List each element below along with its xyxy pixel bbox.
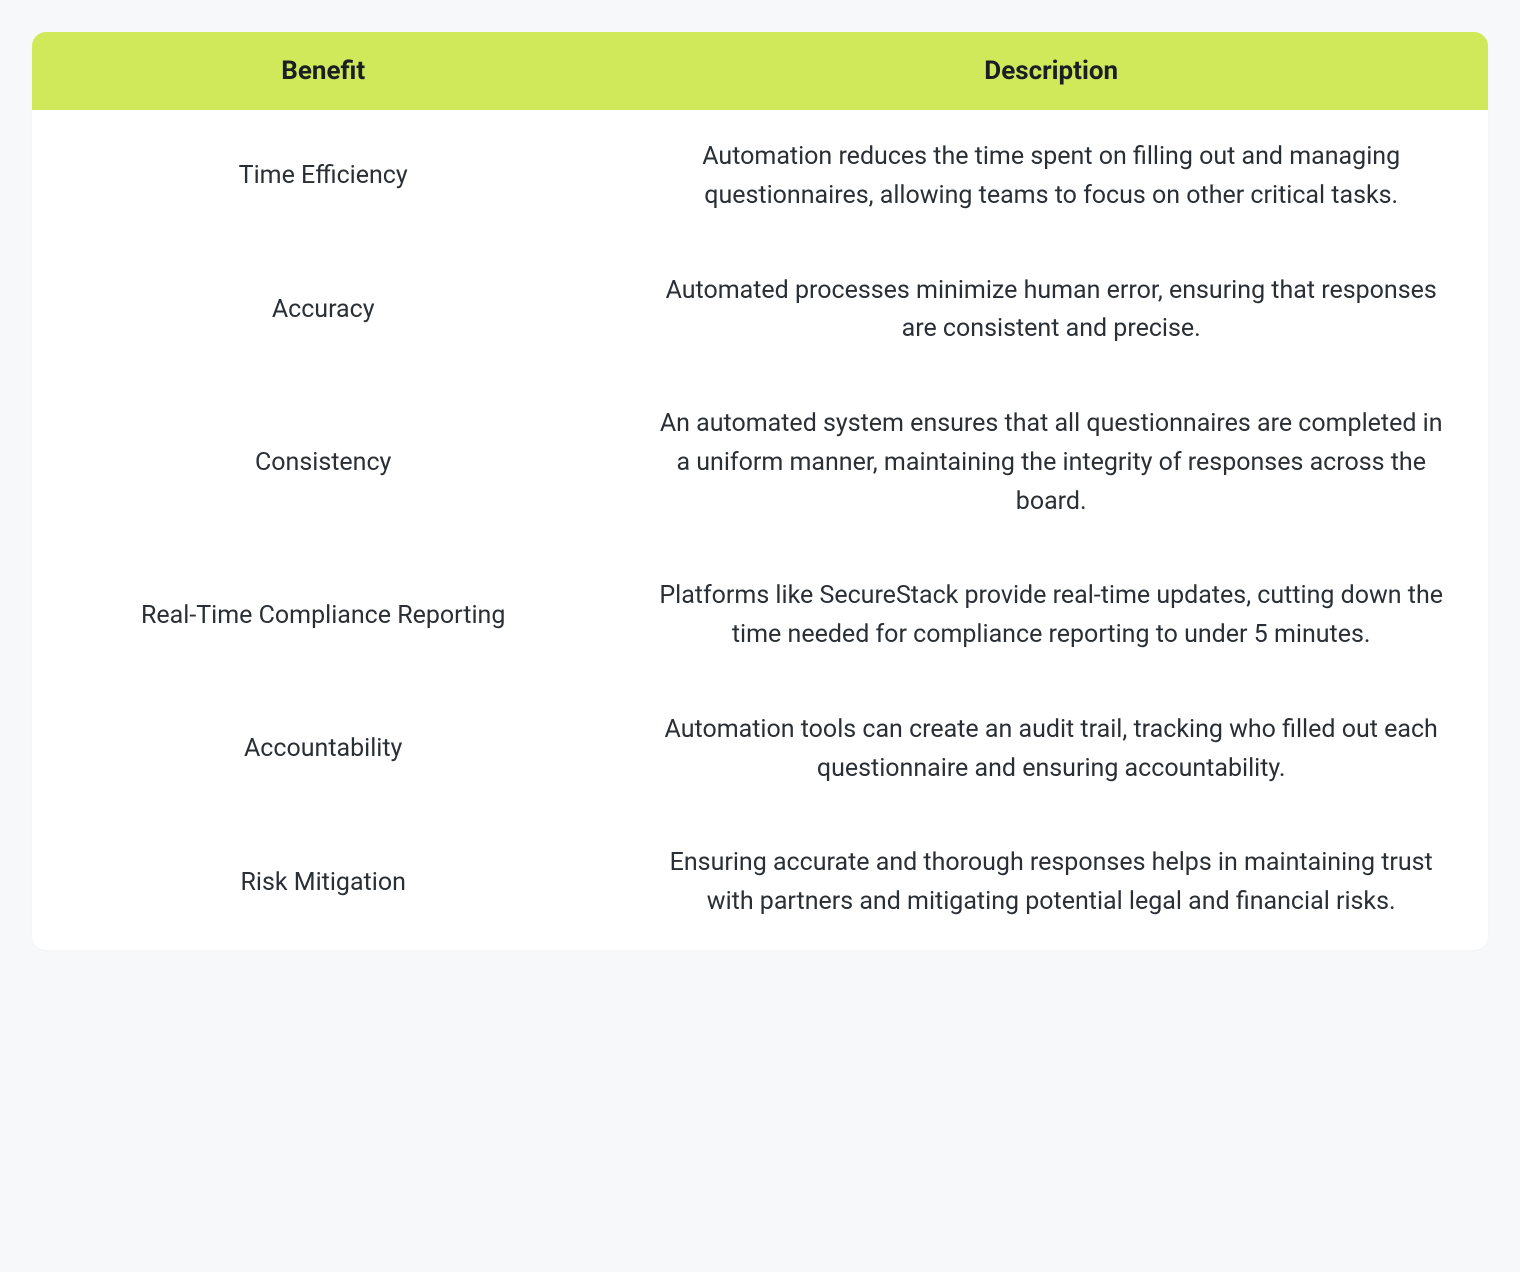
cell-benefit: Time Efficiency [32,110,614,244]
cell-benefit: Real-Time Compliance Reporting [32,549,614,683]
cell-description: Ensuring accurate and thorough responses… [614,816,1488,950]
table-row: Consistency An automated system ensures … [32,377,1488,549]
table-row: Accountability Automation tools can crea… [32,683,1488,817]
cell-description: Platforms like SecureStack provide real-… [614,549,1488,683]
cell-benefit: Accountability [32,683,614,817]
benefits-table-card: Benefit Description Time Efficiency Auto… [32,32,1488,950]
cell-benefit: Consistency [32,377,614,549]
table-row: Real-Time Compliance Reporting Platforms… [32,549,1488,683]
cell-benefit: Risk Mitigation [32,816,614,950]
cell-description: Automation tools can create an audit tra… [614,683,1488,817]
header-benefit: Benefit [32,32,614,110]
cell-description: An automated system ensures that all que… [614,377,1488,549]
benefits-table: Benefit Description Time Efficiency Auto… [32,32,1488,950]
cell-benefit: Accuracy [32,244,614,378]
cell-description: Automated processes minimize human error… [614,244,1488,378]
table-row: Accuracy Automated processes minimize hu… [32,244,1488,378]
table-row: Risk Mitigation Ensuring accurate and th… [32,816,1488,950]
table-row: Time Efficiency Automation reduces the t… [32,110,1488,244]
table-header-row: Benefit Description [32,32,1488,110]
cell-description: Automation reduces the time spent on fil… [614,110,1488,244]
header-description: Description [614,32,1488,110]
